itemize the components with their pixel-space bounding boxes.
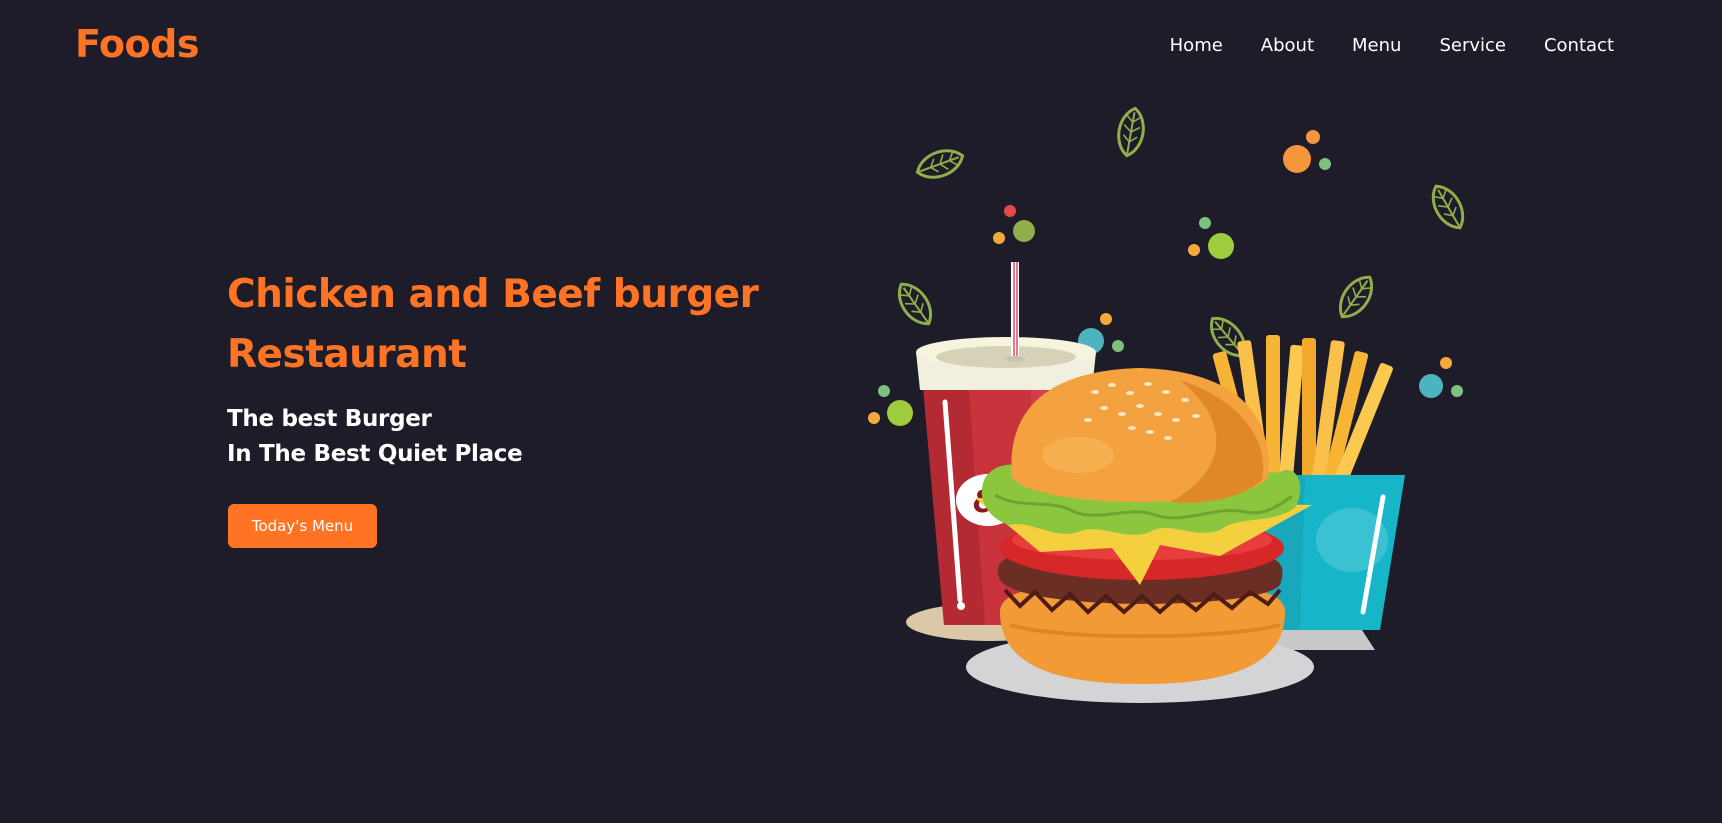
- burger: [975, 368, 1312, 684]
- nav-menu[interactable]: Menu: [1352, 35, 1401, 56]
- nav-contact[interactable]: Contact: [1544, 35, 1614, 56]
- leaf-icon: [889, 275, 941, 333]
- brand-logo[interactable]: Foods: [75, 22, 199, 66]
- todays-menu-button[interactable]: Today's Menu: [228, 504, 377, 548]
- main-nav: Home About Menu Service Contact: [1170, 35, 1614, 56]
- nav-home[interactable]: Home: [1170, 35, 1223, 56]
- leaf-icon: [1330, 268, 1382, 326]
- nav-about[interactable]: About: [1261, 35, 1314, 56]
- hero-title: Chicken and Beef burger Restaurant: [227, 272, 759, 377]
- leaf-icon: [1113, 104, 1149, 160]
- leaf-icon: [911, 143, 969, 185]
- hero-subtitle-line-2: In The Best Quiet Place: [227, 441, 523, 467]
- burger-meal-illustration: &: [868, 104, 1472, 703]
- hero-subtitle-line-1: The best Burger: [227, 406, 432, 432]
- leaf-icon: [1424, 178, 1472, 236]
- nav-service[interactable]: Service: [1439, 35, 1506, 56]
- landing-page: Foods Home About Menu Service Contact Ch…: [0, 0, 1722, 823]
- hero-subtitle: The best Burger In The Best Quiet Place: [227, 402, 523, 472]
